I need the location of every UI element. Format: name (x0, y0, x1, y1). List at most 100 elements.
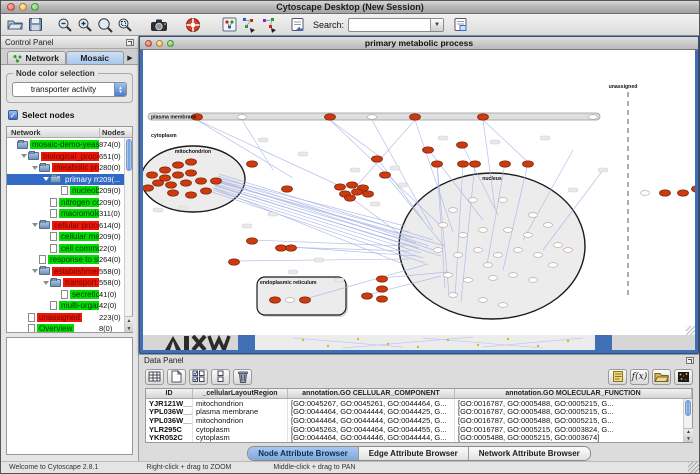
graph-node-selected[interactable] (432, 161, 443, 167)
zoom-in-icon[interactable] (75, 16, 95, 34)
tree-item-metabolic-process[interactable]: metabolic process280(0) (7, 162, 132, 174)
matrix-view-icon[interactable] (674, 369, 693, 385)
graph-node-selected[interactable] (478, 114, 489, 120)
graph-node-unselected[interactable] (449, 293, 458, 298)
column-header-cellular-component[interactable]: annotation.GO CELLULAR_COMPONENT (288, 389, 455, 398)
graph-node-selected[interactable] (270, 297, 281, 303)
graph-node-selected[interactable] (160, 167, 171, 173)
graph-node-selected[interactable] (377, 296, 388, 302)
graph-node-unselected[interactable] (529, 278, 538, 283)
node-color-dropdown[interactable]: transporter activity ▲▼ (12, 82, 127, 97)
graph-node-selected[interactable] (335, 184, 346, 190)
graph-node-selected[interactable] (523, 161, 534, 167)
column-header-molecular-function[interactable]: annotation.GO MOLECULAR_FUNCTION (455, 389, 692, 398)
attribute-table-icon[interactable] (145, 369, 164, 385)
graph-node-unselected[interactable] (464, 278, 473, 283)
graph-node-unselected[interactable] (474, 248, 483, 253)
tree-item-unassigned[interactable]: unassigned223(0) (7, 312, 132, 324)
tree-item-multi-organism-pro[interactable]: multi-organism pro42(0) (7, 300, 132, 312)
graph-node-selected[interactable] (201, 188, 212, 194)
graph-node-selected[interactable] (470, 161, 481, 167)
tree-expand-handle[interactable] (42, 177, 50, 181)
graph-node-unselected[interactable] (549, 263, 558, 268)
zoom-fit-icon[interactable] (95, 16, 115, 34)
tree-item-overview[interactable]: Overview8(0) (7, 323, 132, 332)
graph-node-unselected[interactable] (494, 253, 503, 258)
network-overview-icon[interactable] (219, 16, 239, 34)
tree-expand-handle[interactable] (31, 269, 39, 273)
graph-node-selected[interactable] (247, 238, 258, 244)
graph-node-unselected[interactable] (499, 198, 508, 203)
graph-node-selected[interactable] (166, 182, 177, 188)
tab-mosaic[interactable]: Mosaic (66, 51, 125, 64)
graph-node-unselected[interactable] (286, 298, 295, 303)
tab-edge-attribute-browser[interactable]: Edge Attribute Browser (359, 447, 469, 460)
unselect-attributes-icon[interactable] (211, 369, 230, 385)
graph-node-selected[interactable] (372, 156, 383, 162)
graph-node-unselected[interactable] (641, 191, 650, 196)
graph-node-selected[interactable] (186, 159, 197, 165)
table-row[interactable]: YJR121W__1mitochondrion[GO:0045267, GO:0… (146, 399, 692, 408)
delete-attribute-icon[interactable] (233, 369, 252, 385)
graph-node-selected[interactable] (380, 172, 391, 178)
table-row[interactable]: YLR295Ccytoplasm[GO:0045263, GO:0044464,… (146, 425, 692, 434)
advanced-search-icon[interactable] (450, 16, 470, 34)
zoom-out-icon[interactable] (55, 16, 75, 34)
table-row[interactable]: YPL036W__2plasma membrane[GO:0044464, GO… (146, 408, 692, 417)
snapshot-icon[interactable] (149, 16, 169, 34)
window-resize-grip[interactable] (686, 326, 695, 335)
graph-node-unselected[interactable] (439, 223, 448, 228)
search-dropdown-button[interactable]: ▼ (430, 19, 443, 31)
graph-node-selected[interactable] (377, 286, 388, 292)
graph-node-unselected[interactable] (489, 276, 498, 281)
graph-node-selected[interactable] (143, 185, 154, 191)
graph-node-selected[interactable] (196, 178, 207, 184)
network-graph[interactable]: plasma membranecytoplasmmitochondrionnuc… (143, 50, 695, 335)
tree-column-nodes[interactable]: Nodes (100, 128, 132, 137)
tab-overflow-arrow[interactable]: ▶ (124, 51, 136, 64)
graph-node-unselected[interactable] (459, 233, 468, 238)
graph-node-selected[interactable] (377, 276, 388, 282)
graph-node-unselected[interactable] (238, 115, 247, 120)
tree-item-cell-communicat[interactable]: cell communicat22(0) (7, 243, 132, 255)
graph-node-selected[interactable] (363, 191, 374, 197)
table-scrollbar-arrows[interactable]: ▲▼ (684, 428, 693, 442)
graph-node-selected[interactable] (325, 114, 336, 120)
tree-item-mosaic-demo-yeast[interactable]: mosaic-demo-yeast874(0) (7, 139, 132, 151)
graph-node-selected[interactable] (229, 259, 240, 265)
tab-node-attribute-browser[interactable]: Node Attribute Browser (248, 447, 359, 460)
graph-node-selected[interactable] (186, 192, 197, 198)
select-attributes-icon[interactable] (189, 369, 208, 385)
create-attribute-icon[interactable] (167, 369, 186, 385)
table-row[interactable]: YPL036W__1mitochondrion[GO:0044464, GO:0… (146, 416, 692, 425)
graph-node-selected[interactable] (457, 142, 468, 148)
tree-item-biological-process[interactable]: biological_process651(0) (7, 151, 132, 163)
graph-node-unselected[interactable] (514, 248, 523, 253)
graph-node-selected[interactable] (500, 161, 511, 167)
graph-node-unselected[interactable] (544, 223, 553, 228)
tree-item-macromolecule[interactable]: macromolecule311(0) (7, 208, 132, 220)
tree-item-nitrogen-compo[interactable]: nitrogen compo209(0) (7, 197, 132, 209)
table-scrollbar-thumb[interactable] (685, 400, 691, 416)
graph-node-selected[interactable] (345, 195, 356, 201)
tree-item-response-to-stimulu[interactable]: response to stimulu264(0) (7, 254, 132, 266)
graph-node-selected[interactable] (168, 190, 179, 196)
graph-node-selected[interactable] (347, 182, 358, 188)
app-resize-grip[interactable] (688, 462, 699, 473)
table-scrollbar[interactable]: ▲▼ (683, 399, 692, 442)
network-window-titlebar[interactable]: primary metabolic process (140, 37, 698, 50)
graph-node-unselected[interactable] (368, 115, 377, 120)
graph-node-unselected[interactable] (504, 228, 513, 233)
float-data-panel-icon[interactable] (686, 357, 694, 364)
graph-node-unselected[interactable] (509, 273, 518, 278)
graph-node-unselected[interactable] (434, 248, 443, 253)
graph-node-unselected[interactable] (479, 228, 488, 233)
tree-scrollbar-thumb[interactable] (126, 139, 132, 171)
graph-node-selected[interactable] (678, 190, 689, 196)
graph-node-selected[interactable] (173, 172, 184, 178)
graph-node-selected[interactable] (276, 245, 287, 251)
graph-node-unselected[interactable] (524, 233, 533, 238)
graph-node-unselected[interactable] (479, 298, 488, 303)
column-header-layout-region[interactable]: _cellularLayoutRegion (193, 389, 288, 398)
tab-network[interactable]: Network (7, 51, 66, 64)
